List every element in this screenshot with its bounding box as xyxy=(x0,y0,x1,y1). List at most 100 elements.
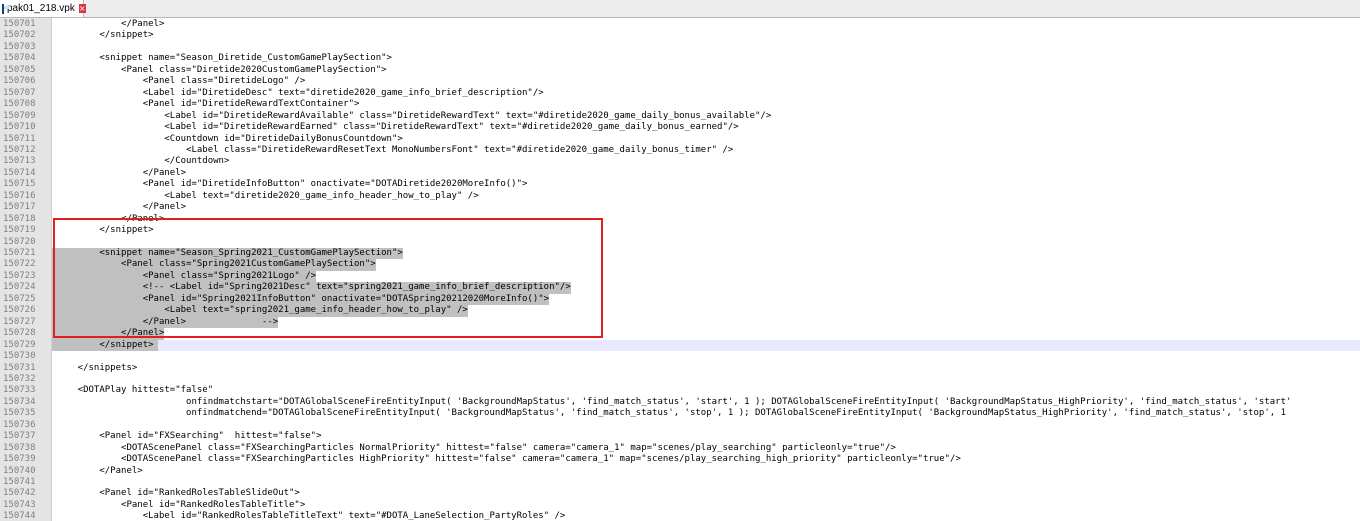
line-number: 150737 xyxy=(3,431,36,442)
code-line[interactable]: 150729 </snippet> xyxy=(0,339,1360,352)
line-number: 150742 xyxy=(3,488,36,499)
line-number: 150711 xyxy=(3,133,36,144)
line-number: 150713 xyxy=(3,156,36,167)
line-number: 150738 xyxy=(3,442,36,453)
line-number: 150707 xyxy=(3,87,36,98)
line-text: onfindmatchend="DOTAGlobalSceneFireEntit… xyxy=(56,408,1286,419)
line-number: 150743 xyxy=(3,499,36,510)
code-line[interactable]: 150702 </snippet> xyxy=(0,30,1360,41)
code-line[interactable]: 150709 <Label id="DiretideRewardAvailabl… xyxy=(0,111,1360,122)
line-number: 150714 xyxy=(3,167,36,178)
line-text: <Panel class="Diretide2020CustomGamePlay… xyxy=(56,64,387,75)
line-number: 150733 xyxy=(3,385,36,396)
code-line[interactable]: 150744 <Label id="RankedRolesTableTitleT… xyxy=(0,511,1360,521)
file-tab[interactable]: pak01_218.vpk × xyxy=(0,0,86,17)
code-line[interactable]: 150717 </Panel> xyxy=(0,202,1360,213)
line-number: 150708 xyxy=(3,99,36,110)
code-line[interactable]: 150733 <DOTAPlay hittest="false" xyxy=(0,385,1360,396)
code-line[interactable]: 150739 <DOTAScenePanel class="FXSearchin… xyxy=(0,454,1360,465)
line-text: <Panel id="FXSearching" hittest="false"> xyxy=(56,431,322,442)
code-line[interactable]: 150740 </Panel> xyxy=(0,466,1360,477)
tab-title: pak01_218.vpk xyxy=(7,3,75,14)
code-line[interactable]: 150738 <DOTAScenePanel class="FXSearchin… xyxy=(0,443,1360,454)
code-line[interactable]: 150708 <Panel id="DiretideRewardTextCont… xyxy=(0,99,1360,110)
code-line[interactable]: 150713 </Countdown> xyxy=(0,156,1360,167)
code-line[interactable]: 150737 <Panel id="FXSearching" hittest="… xyxy=(0,431,1360,442)
annotation-highlight-box xyxy=(53,218,603,338)
line-text: </snippets> xyxy=(56,362,138,373)
line-text: <Countdown id="DiretideDailyBonusCountdo… xyxy=(56,133,403,144)
code-line[interactable]: 150710 <Label id="DiretideRewardEarned" … xyxy=(0,122,1360,133)
line-number: 150706 xyxy=(3,76,36,87)
line-number: 150744 xyxy=(3,511,36,521)
line-number: 150725 xyxy=(3,293,36,304)
line-text: <Panel id="RankedRolesTableTitle"> xyxy=(56,499,306,510)
line-number: 150739 xyxy=(3,454,36,465)
file-save-icon xyxy=(2,3,10,14)
line-text: <Panel id="RankedRolesTableSlideOut"> xyxy=(56,488,300,499)
line-text: </Panel> xyxy=(56,19,165,29)
line-text: <DOTAScenePanel class="FXSearchingPartic… xyxy=(56,454,961,465)
line-text: onfindmatchstart="DOTAGlobalSceneFireEnt… xyxy=(56,396,1292,407)
line-number: 150735 xyxy=(3,408,36,419)
code-line[interactable]: 150734 onfindmatchstart="DOTAGlobalScene… xyxy=(0,397,1360,408)
line-text: <Panel id="DiretideInfoButton" onactivat… xyxy=(56,179,528,190)
line-number: 150732 xyxy=(3,373,36,384)
line-text: </Panel> xyxy=(56,465,143,476)
line-number: 150722 xyxy=(3,259,36,270)
line-text: </snippet> xyxy=(56,30,154,41)
code-line[interactable]: 150735 onfindmatchend="DOTAGlobalSceneFi… xyxy=(0,408,1360,419)
line-text: </Panel> xyxy=(56,202,187,213)
code-line[interactable]: 150716 <Label text="diretide2020_game_in… xyxy=(0,191,1360,202)
code-line[interactable]: 150715 <Panel id="DiretideInfoButton" on… xyxy=(0,179,1360,190)
code-line[interactable]: 150736 xyxy=(0,420,1360,431)
line-text: </Panel> xyxy=(56,167,187,178)
line-text: <Label id="DiretideDesc" text="diretide2… xyxy=(56,87,544,98)
line-number: 150710 xyxy=(3,122,36,133)
tab-bar: pak01_218.vpk × xyxy=(0,0,1360,18)
line-text: <Panel id="DiretideRewardTextContainer"> xyxy=(56,99,360,110)
code-line[interactable]: 150714 </Panel> xyxy=(0,168,1360,179)
line-number: 150712 xyxy=(3,144,36,155)
line-number: 150731 xyxy=(3,362,36,373)
code-line[interactable]: 150704 <snippet name="Season_Diretide_Cu… xyxy=(0,53,1360,64)
code-line[interactable]: 150705 <Panel class="Diretide2020CustomG… xyxy=(0,65,1360,76)
close-icon[interactable]: × xyxy=(78,4,86,13)
code-line[interactable]: 150706 <Panel class="DiretideLogo" /> xyxy=(0,76,1360,87)
line-number: 150721 xyxy=(3,248,36,258)
code-line[interactable]: 150730 xyxy=(0,351,1360,362)
line-text: <DOTAScenePanel class="FXSearchingPartic… xyxy=(56,442,896,453)
line-number: 150717 xyxy=(3,202,36,213)
line-number: 150741 xyxy=(3,477,36,487)
code-line[interactable]: 150711 <Countdown id="DiretideDailyBonus… xyxy=(0,134,1360,145)
line-number: 150719 xyxy=(3,225,36,236)
line-number: 150701 xyxy=(3,19,36,29)
code-line[interactable]: 150712 <Label class="DiretideRewardReset… xyxy=(0,145,1360,156)
line-text: </Countdown> xyxy=(56,156,230,167)
code-line[interactable]: 150701 </Panel> xyxy=(0,19,1360,30)
line-number: 150726 xyxy=(3,305,36,316)
code-line[interactable]: 150732 xyxy=(0,374,1360,385)
code-line[interactable]: 150703 xyxy=(0,42,1360,53)
line-text: <snippet name="Season_Diretide_CustomGam… xyxy=(56,53,392,64)
line-number: 150729 xyxy=(3,339,36,350)
line-text: <Label id="RankedRolesTableTitleText" te… xyxy=(56,511,566,521)
code-line[interactable]: 150731 </snippets> xyxy=(0,363,1360,374)
line-text: <DOTAPlay hittest="false" xyxy=(56,385,214,396)
line-number: 150736 xyxy=(3,419,36,430)
code-line[interactable]: 150741 xyxy=(0,477,1360,488)
line-number: 150740 xyxy=(3,465,36,476)
line-number: 150718 xyxy=(3,213,36,224)
line-number: 150724 xyxy=(3,282,36,293)
line-text: </snippet> xyxy=(56,339,154,352)
code-line[interactable]: 150742 <Panel id="RankedRolesTableSlideO… xyxy=(0,488,1360,499)
code-line[interactable]: 150743 <Panel id="RankedRolesTableTitle"… xyxy=(0,500,1360,511)
line-number: 150702 xyxy=(3,30,36,41)
line-number: 150715 xyxy=(3,179,36,190)
code-line[interactable]: 150707 <Label id="DiretideDesc" text="di… xyxy=(0,88,1360,99)
line-number: 150703 xyxy=(3,41,36,52)
line-number: 150730 xyxy=(3,351,36,362)
line-number: 150705 xyxy=(3,64,36,75)
line-number: 150727 xyxy=(3,316,36,327)
line-text: <Label text="diretide2020_game_info_head… xyxy=(56,190,479,201)
